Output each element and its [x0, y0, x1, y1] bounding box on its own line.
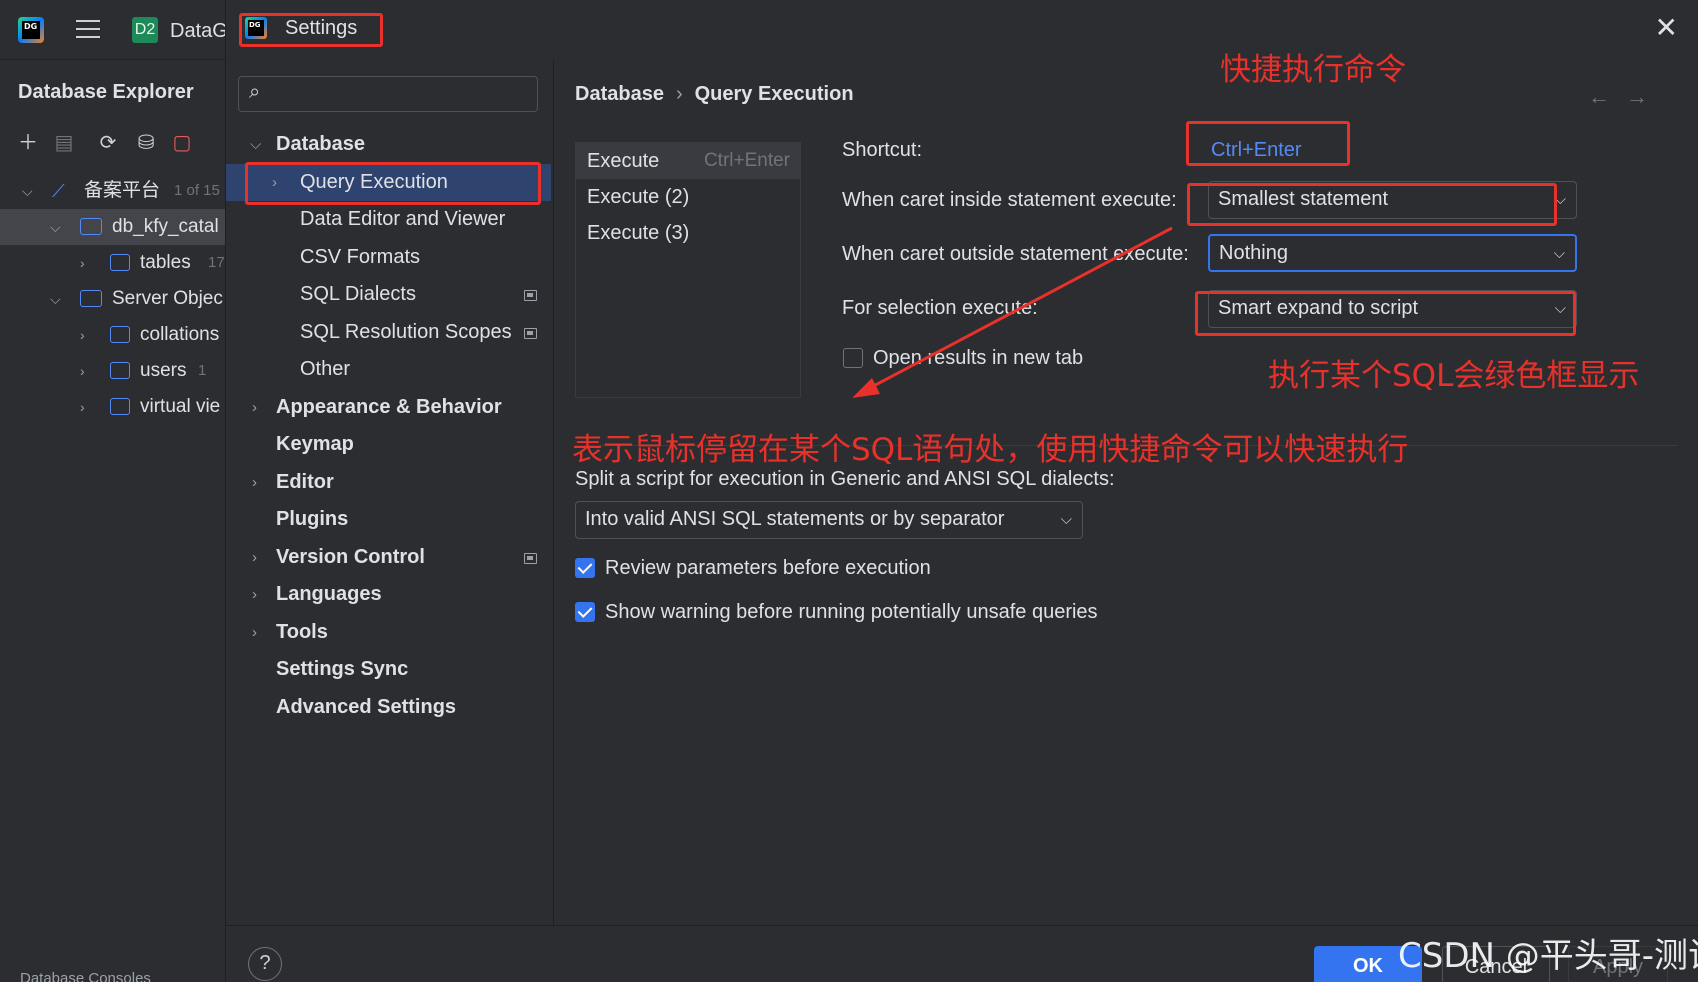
settings-nav-tree: ⌵ Database › Query Execution Data Editor… — [226, 126, 551, 726]
add-icon[interactable]: ＋ — [16, 131, 40, 155]
annotation-caret-note: 表示鼠标停留在某个SQL语句处，使用快捷命令可以快速执行 — [572, 432, 1409, 468]
nav-divider[interactable] — [553, 60, 554, 925]
annotation-box-selection-execute — [1195, 291, 1576, 336]
action-item-execute-3[interactable]: Execute (3) — [576, 215, 800, 251]
nav-item-languages[interactable]: › Languages — [226, 576, 551, 614]
refresh-icon[interactable]: ⟳ — [96, 131, 120, 155]
project-badge[interactable]: D2 — [132, 17, 158, 43]
open-results-label: Open results in new tab — [873, 347, 1084, 369]
annotation-shortcut-note: 快捷执行命令 — [1220, 52, 1406, 88]
explorer-tree: ⌵ ⟋ 备案平台 1 of 15 ⌵ db_kfy_catal › tables… — [0, 173, 225, 425]
unsafe-queries-label: Show warning before running potentially … — [605, 601, 1098, 623]
stop-icon[interactable]: ▢ — [170, 131, 194, 155]
copy-icon[interactable]: ▤ — [52, 131, 76, 155]
open-results-checkbox[interactable] — [843, 348, 863, 368]
search-icon: ⌕ — [249, 81, 261, 103]
nav-item-database[interactable]: ⌵ Database — [226, 126, 551, 164]
chevron-down-icon: ⌵ — [1553, 245, 1565, 262]
tree-item-tables[interactable]: › tables 17 — [0, 245, 225, 281]
tree-item-schema[interactable]: ⌵ db_kfy_catal — [0, 209, 225, 245]
split-script-label: Split a script for execution in Generic … — [575, 468, 1115, 490]
review-parameters-checkbox[interactable] — [575, 558, 595, 578]
explorer-title: Database Explorer — [18, 81, 194, 103]
nav-item-editor[interactable]: › Editor — [226, 464, 551, 502]
chevron-down-icon: ⌵ — [1060, 511, 1072, 528]
nav-item-plugins[interactable]: Plugins — [226, 501, 551, 539]
annotation-box-query-execution — [245, 162, 541, 205]
nav-item-sql-resolution-scopes[interactable]: SQL Resolution Scopes — [226, 314, 551, 352]
folder-icon — [110, 362, 130, 379]
ide-title-bar: DG D2 DataG — [0, 0, 228, 60]
chevron-down-icon: ⌵ — [250, 136, 262, 153]
datasource-icon: ⟋ — [52, 181, 65, 201]
project-settings-icon — [524, 552, 537, 564]
database-explorer-panel: Database Explorer ＋ ▤ ⟳ ⛁ ▢ ⌵ ⟋ 备案平台 1 o… — [0, 61, 225, 982]
annotation-box-inside-statement — [1187, 183, 1557, 226]
action-item-execute-2[interactable]: Execute (2) — [576, 179, 800, 215]
nav-item-data-editor[interactable]: Data Editor and Viewer — [226, 201, 551, 239]
inside-statement-label: When caret inside statement execute: — [842, 189, 1177, 211]
datagrip-logo-icon: DG — [18, 17, 44, 43]
bottom-panel-label[interactable]: Database Consoles — [20, 970, 151, 982]
folder-icon — [110, 254, 130, 271]
nav-item-keymap[interactable]: Keymap — [226, 426, 551, 464]
breadcrumb-current: Query Execution — [694, 83, 854, 105]
breadcrumb: Database › Query Execution — [575, 83, 854, 106]
dialog-title-bar: DG Settings ✕ — [226, 0, 1698, 58]
chevron-right-icon: › — [252, 548, 257, 566]
outside-statement-label: When caret outside statement execute: — [842, 243, 1189, 265]
project-settings-icon — [524, 290, 537, 301]
annotation-box-shortcut — [1186, 121, 1350, 166]
review-parameters-label: Review parameters before execution — [605, 557, 931, 579]
help-icon[interactable]: ? — [248, 947, 282, 981]
back-forward-arrows-icon[interactable]: ←→ — [1588, 84, 1664, 110]
split-script-dropdown[interactable]: Into valid ANSI SQL statements or by sep… — [575, 501, 1083, 539]
action-shortcut: Ctrl+Enter — [703, 150, 790, 171]
chevron-right-icon: › — [252, 623, 257, 641]
execute-actions-list: Execute Ctrl+Enter Execute (2) Execute (… — [575, 142, 801, 398]
nav-item-version-control[interactable]: › Version Control — [226, 539, 551, 577]
outside-statement-dropdown[interactable]: Nothing ⌵ — [1208, 234, 1577, 272]
server-objects-icon — [80, 290, 102, 307]
explorer-toolbar: ＋ ▤ ⟳ ⛁ ▢ — [16, 131, 225, 159]
database-settings-icon[interactable]: ⛁ — [134, 131, 158, 155]
nav-item-settings-sync[interactable]: Settings Sync — [226, 651, 551, 689]
hamburger-menu-icon[interactable] — [76, 20, 100, 38]
csdn-watermark: CSDN @平头哥-测试 — [1398, 936, 1698, 976]
tree-item-server-objects[interactable]: ⌵ Server Objec — [0, 281, 225, 317]
chevron-right-icon: › — [252, 473, 257, 491]
chevron-right-icon: › — [252, 586, 257, 603]
nav-item-sql-dialects[interactable]: SQL Dialects — [226, 276, 551, 314]
unsafe-queries-checkbox[interactable] — [575, 602, 595, 622]
schema-icon — [80, 218, 102, 235]
chevron-right-icon: › — [252, 398, 257, 416]
breadcrumb-separator: › — [675, 83, 683, 105]
tree-item-datasource[interactable]: ⌵ ⟋ 备案平台 1 of 15 — [0, 173, 225, 209]
nav-item-advanced-settings[interactable]: Advanced Settings — [226, 689, 551, 727]
tree-item-users[interactable]: › users 1 — [0, 353, 225, 389]
nav-item-csv-formats[interactable]: CSV Formats — [226, 239, 551, 277]
settings-dialog: DG Settings ✕ ⌕ ⌵ Database › Query Execu… — [225, 0, 1698, 982]
shortcut-label: Shortcut: — [842, 139, 923, 161]
breadcrumb-parent[interactable]: Database — [575, 83, 664, 105]
nav-item-tools[interactable]: › Tools — [226, 614, 551, 652]
tree-item-collations[interactable]: › collations — [0, 317, 225, 353]
action-item-execute[interactable]: Execute Ctrl+Enter — [576, 143, 800, 179]
annotation-green-box-note: 执行某个SQL会绿色框显示 — [1268, 358, 1640, 394]
selection-execute-label: For selection execute: — [842, 297, 1038, 319]
nav-item-appearance[interactable]: › Appearance & Behavior — [226, 389, 551, 427]
project-settings-icon — [524, 327, 537, 339]
nav-item-other[interactable]: Other — [226, 351, 551, 389]
project-name[interactable]: DataG — [170, 20, 228, 43]
tree-item-virtual-views[interactable]: › virtual vie — [0, 389, 225, 425]
close-icon[interactable]: ✕ — [1655, 14, 1678, 42]
folder-icon — [110, 326, 130, 343]
folder-icon — [110, 398, 130, 415]
settings-search-input[interactable]: ⌕ — [238, 76, 538, 112]
annotation-box-settings-title — [239, 13, 383, 47]
